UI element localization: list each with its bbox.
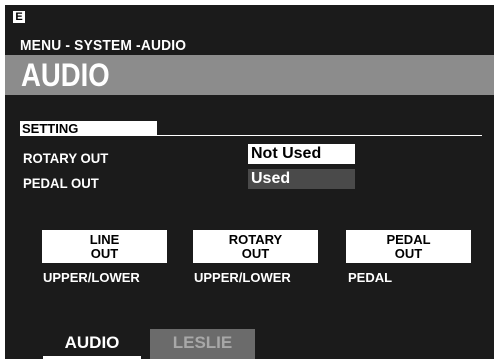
rotary-out-label: ROTARY OUT [23,150,109,166]
line-out-line1: LINE [89,231,120,247]
tab-leslie[interactable]: LESLIE [150,329,255,359]
rotary-out-value[interactable]: Not Used [248,144,355,164]
rotary-out-line1: ROTARY [228,231,283,247]
pedal-out-label: PEDAL OUT [23,175,99,191]
setting-section-label: SETTING [20,121,157,136]
page-title: AUDIO [21,57,110,93]
rotary-out-box: ROTARY OUT [193,230,318,263]
pedal-out-line2: OUT [394,245,423,261]
pedal-out-line1: PEDAL [386,231,431,247]
tab-audio[interactable]: AUDIO [43,329,141,359]
pedal-out-box: PEDAL OUT [346,230,471,263]
line-out-box: LINE OUT [42,230,167,263]
setting-divider [157,135,482,136]
line-out-line2: OUT [90,245,119,261]
rotary-out-line2: OUT [241,245,270,261]
line-out-sub: UPPER/LOWER [43,270,140,285]
pedal-out-sub: PEDAL [348,270,393,285]
mode-badge: E [13,11,25,23]
pedal-out-value[interactable]: Used [248,169,355,189]
display-screen: E MENU - SYSTEM -AUDIO AUDIO SETTING ROT… [5,5,494,359]
tab-bar: AUDIO LESLIE [5,326,494,359]
breadcrumb: MENU - SYSTEM -AUDIO [20,37,187,54]
rotary-out-sub: UPPER/LOWER [194,270,291,285]
